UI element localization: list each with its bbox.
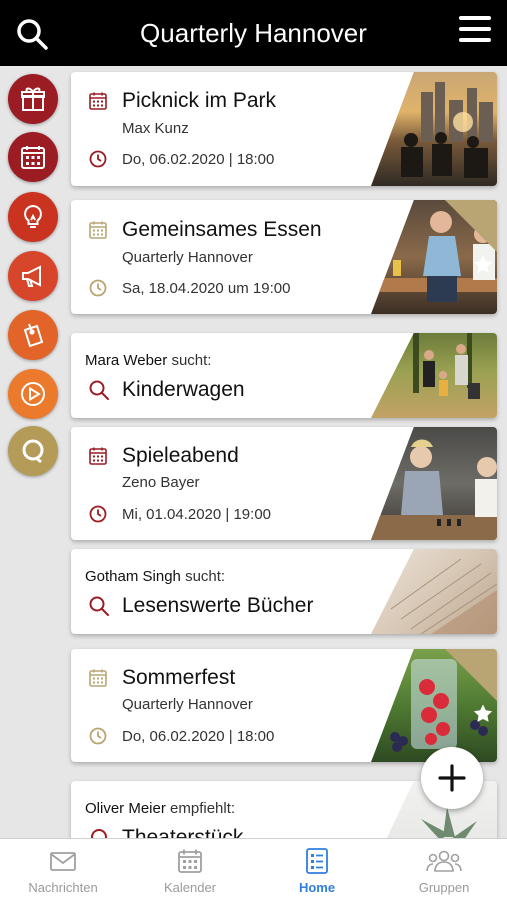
add-button[interactable]	[421, 747, 483, 809]
clock-icon	[89, 727, 107, 745]
tab-label: Kalender	[163, 880, 217, 895]
tab-label: Gruppen	[418, 880, 470, 895]
tab-label: Nachrichten	[28, 880, 98, 895]
featured-badge	[445, 200, 497, 273]
mail-icon	[50, 852, 76, 871]
event-card[interactable]: Gemeinsames Essen Quarterly Hannover Sa,…	[71, 200, 497, 314]
event-date: Sa, 18.04.2020 um 19:00	[122, 280, 291, 297]
calendar-icon	[89, 669, 107, 687]
recommendation-author: Oliver Meier empfiehlt:	[85, 800, 236, 817]
event-photo	[371, 72, 497, 186]
tab-gruppen[interactable]: Gruppen	[381, 839, 507, 901]
calendar-icon	[89, 447, 107, 465]
search-author: Mara Weber sucht:	[85, 352, 212, 369]
calendar-icon	[89, 92, 107, 110]
calendar-icon	[178, 849, 202, 873]
featured-badge	[445, 649, 497, 722]
app-header: Quarterly Hannover	[0, 0, 507, 66]
event-organizer: Zeno Bayer	[122, 474, 200, 491]
event-card[interactable]: Picknick im Park Max Kunz Do, 06.02.2020…	[71, 72, 497, 186]
calendar-icon[interactable]	[8, 132, 58, 182]
megaphone-icon[interactable]	[8, 251, 58, 301]
event-organizer: Quarterly Hannover	[122, 696, 253, 713]
tag-icon[interactable]	[8, 310, 58, 360]
plus-icon	[438, 764, 466, 792]
play-icon[interactable]	[8, 369, 58, 419]
search-title: Kinderwagen	[122, 378, 245, 401]
calendar-icon	[89, 221, 107, 239]
event-title: Sommerfest	[122, 666, 236, 689]
clock-icon	[89, 505, 107, 523]
event-date: Do, 06.02.2020 | 18:00	[122, 728, 275, 745]
star-icon	[473, 704, 493, 722]
quarterly-logo-icon[interactable]	[8, 426, 58, 476]
search-icon	[89, 596, 109, 616]
search-photo	[371, 549, 497, 634]
tab-home[interactable]: Home	[254, 839, 380, 901]
event-organizer: Max Kunz	[122, 120, 189, 137]
event-card[interactable]: Sommerfest Quarterly Hannover Do, 06.02.…	[71, 649, 497, 762]
tab-kalender[interactable]: Kalender	[127, 839, 253, 901]
event-date: Mi, 01.04.2020 | 19:00	[122, 506, 272, 523]
search-icon	[89, 380, 109, 400]
gift-icon[interactable]	[8, 74, 58, 124]
event-title: Picknick im Park	[122, 89, 277, 112]
lightbulb-icon[interactable]	[8, 192, 58, 242]
search-card[interactable]: Gotham Singh sucht: Lesenswerte Bücher	[71, 549, 497, 634]
page-title: Quarterly Hannover	[140, 18, 367, 48]
list-icon	[306, 848, 328, 874]
menu-icon[interactable]	[459, 16, 491, 46]
event-photo	[371, 427, 497, 540]
event-title: Gemeinsames Essen	[122, 218, 322, 241]
event-date: Do, 06.02.2020 | 18:00	[122, 151, 275, 168]
star-icon	[473, 255, 493, 273]
bottom-navigation: Nachrichten Kalender Home Gruppen	[0, 838, 507, 901]
group-icon	[426, 850, 462, 872]
search-title: Lesenswerte Bücher	[122, 594, 314, 617]
clock-icon	[89, 150, 107, 168]
tab-label: Home	[298, 880, 336, 895]
search-card[interactable]: Mara Weber sucht: Kinderwagen	[71, 333, 497, 418]
event-title: Spieleabend	[122, 444, 239, 467]
search-author: Gotham Singh sucht:	[85, 568, 226, 585]
event-card[interactable]: Spieleabend Zeno Bayer Mi, 01.04.2020 | …	[71, 427, 497, 540]
tab-nachrichten[interactable]: Nachrichten	[0, 839, 126, 901]
event-organizer: Quarterly Hannover	[122, 249, 253, 266]
search-photo	[371, 333, 497, 418]
clock-icon	[89, 279, 107, 297]
